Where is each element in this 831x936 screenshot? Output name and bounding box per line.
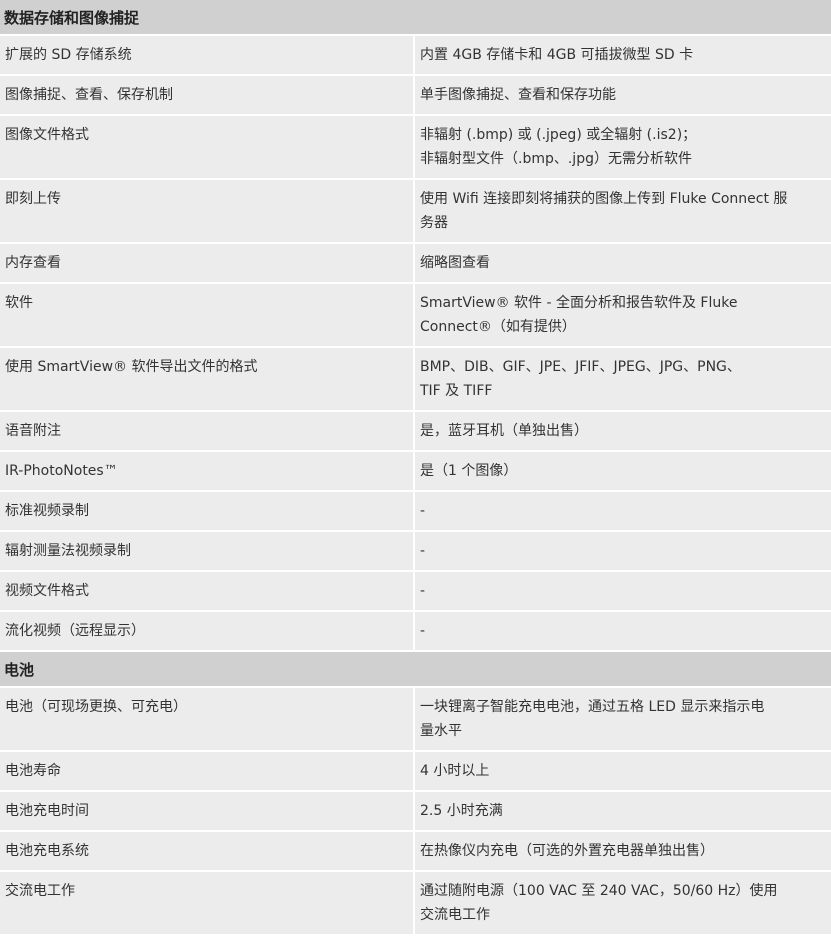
spec-label: 图像捕捉、查看、保存机制 bbox=[0, 75, 415, 116]
spec-label: 软件 bbox=[0, 283, 415, 348]
spec-value: 2.5 小时充满 bbox=[414, 791, 831, 832]
table-row: 辐射测量法视频录制 - bbox=[0, 531, 831, 572]
spec-value-line: 2.5 小时充满 bbox=[420, 803, 503, 819]
spec-label: 电池充电系统 bbox=[0, 831, 415, 872]
spec-label: 电池充电时间 bbox=[0, 791, 415, 832]
spec-value: 是（1 个图像） bbox=[414, 451, 831, 492]
spec-value-line: 在热像仪内充电（可选的外置充电器单独出售） bbox=[420, 843, 714, 859]
table-row: 电池寿命 4 小时以上 bbox=[0, 751, 831, 792]
section-title: 电池 bbox=[0, 651, 831, 688]
spec-label: IR-PhotoNotes™ bbox=[0, 451, 415, 492]
table-row: 流化视频（远程显示） - bbox=[0, 611, 831, 652]
table-row: 标准视频录制 - bbox=[0, 491, 831, 532]
table-row: 电池（可现场更换、可充电） 一块锂离子智能充电电池，通过五格 LED 显示来指示电… bbox=[0, 687, 831, 752]
spec-value-line: BMP、DIB、GIF、JPE、JFIF、JPEG、JPG、PNG、 bbox=[420, 359, 741, 375]
spec-label: 图像文件格式 bbox=[0, 115, 415, 180]
table-row: 语音附注 是，蓝牙耳机（单独出售） bbox=[0, 411, 831, 452]
spec-label: 视频文件格式 bbox=[0, 571, 415, 612]
spec-label: 即刻上传 bbox=[0, 179, 415, 244]
spec-label: 电池（可现场更换、可充电） bbox=[0, 687, 415, 752]
spec-value: 通过随附电源（100 VAC 至 240 VAC，50/60 Hz）使用 交流电工… bbox=[414, 871, 831, 936]
spec-value-line: - bbox=[420, 623, 426, 639]
spec-label: 语音附注 bbox=[0, 411, 415, 452]
spec-table-body: 数据存储和图像捕捉 扩展的 SD 存储系统 内置 4GB 存储卡和 4GB 可插拔微… bbox=[0, 0, 831, 936]
spec-value-line: 非辐射型文件（.bmp、.jpg）无需分析软件 bbox=[420, 151, 692, 167]
spec-label: 交流电工作 bbox=[0, 871, 415, 936]
spec-value: 使用 Wifi 连接即刻将捕获的图像上传到 Fluke Connect 服务器 bbox=[414, 179, 831, 244]
spec-label: 内存查看 bbox=[0, 243, 415, 284]
spec-value-line: 内置 4GB 存储卡和 4GB 可插拔微型 SD 卡 bbox=[420, 47, 694, 63]
spec-value-line: 是，蓝牙耳机（单独出售） bbox=[420, 423, 588, 439]
spec-value-line: 通过随附电源（100 VAC 至 240 VAC，50/60 Hz）使用 bbox=[420, 883, 778, 899]
spec-value: 缩略图查看 bbox=[414, 243, 831, 284]
spec-label: 标准视频录制 bbox=[0, 491, 415, 532]
spec-value-line: 是（1 个图像） bbox=[420, 463, 518, 479]
spec-value: 内置 4GB 存储卡和 4GB 可插拔微型 SD 卡 bbox=[414, 35, 831, 76]
spec-value: 在热像仪内充电（可选的外置充电器单独出售） bbox=[414, 831, 831, 872]
table-row: 电池充电时间 2.5 小时充满 bbox=[0, 791, 831, 832]
spec-value-line: - bbox=[420, 583, 426, 599]
spec-value: 非辐射 (.bmp) 或 (.jpeg) 或全辐射 (.is2)； 非辐射型文件（… bbox=[414, 115, 831, 180]
table-row: 内存查看 缩略图查看 bbox=[0, 243, 831, 284]
table-row: 电池充电系统 在热像仪内充电（可选的外置充电器单独出售） bbox=[0, 831, 831, 872]
spec-value: 4 小时以上 bbox=[414, 751, 831, 792]
spec-label: 使用 SmartView® 软件导出文件的格式 bbox=[0, 347, 415, 412]
table-row: 图像捕捉、查看、保存机制 单手图像捕捉、查看和保存功能 bbox=[0, 75, 831, 116]
spec-value-line: 一块锂离子智能充电电池，通过五格 LED 显示来指示电 bbox=[420, 699, 765, 715]
table-row: 视频文件格式 - bbox=[0, 571, 831, 612]
section-header: 数据存储和图像捕捉 bbox=[0, 0, 831, 36]
table-row: 使用 SmartView® 软件导出文件的格式 BMP、DIB、GIF、JPE、J… bbox=[0, 347, 831, 412]
spec-value: - bbox=[414, 611, 831, 652]
spec-value-line: 量水平 bbox=[420, 723, 462, 739]
table-row: 扩展的 SD 存储系统 内置 4GB 存储卡和 4GB 可插拔微型 SD 卡 bbox=[0, 35, 831, 76]
spec-value-line: TIF 及 TIFF bbox=[420, 383, 493, 399]
table-row: 即刻上传 使用 Wifi 连接即刻将捕获的图像上传到 Fluke Connect … bbox=[0, 179, 831, 244]
spec-label: 辐射测量法视频录制 bbox=[0, 531, 415, 572]
spec-value-line: 单手图像捕捉、查看和保存功能 bbox=[420, 87, 616, 103]
spec-value-line: SmartView® 软件 - 全面分析和报告软件及 Fluke bbox=[420, 295, 738, 311]
table-row: 图像文件格式 非辐射 (.bmp) 或 (.jpeg) 或全辐射 (.is2)；非… bbox=[0, 115, 831, 180]
spec-value: 是，蓝牙耳机（单独出售） bbox=[414, 411, 831, 452]
spec-value: - bbox=[414, 491, 831, 532]
spec-table: 数据存储和图像捕捉 扩展的 SD 存储系统 内置 4GB 存储卡和 4GB 可插拔微… bbox=[0, 0, 831, 936]
table-row: IR-PhotoNotes™ 是（1 个图像） bbox=[0, 451, 831, 492]
spec-value-line: Connect®（如有提供） bbox=[420, 319, 576, 335]
spec-label: 流化视频（远程显示） bbox=[0, 611, 415, 652]
table-row: 软件 SmartView® 软件 - 全面分析和报告软件及 Fluke Connec… bbox=[0, 283, 831, 348]
section-title: 数据存储和图像捕捉 bbox=[0, 0, 831, 36]
spec-value: - bbox=[414, 571, 831, 612]
spec-value-line: - bbox=[420, 503, 426, 519]
spec-value-line: 缩略图查看 bbox=[420, 255, 490, 271]
section-header: 电池 bbox=[0, 651, 831, 688]
spec-value-line: - bbox=[420, 543, 426, 559]
spec-value-line: 非辐射 (.bmp) 或 (.jpeg) 或全辐射 (.is2)； bbox=[420, 127, 697, 143]
spec-value: 一块锂离子智能充电电池，通过五格 LED 显示来指示电 量水平 bbox=[414, 687, 831, 752]
spec-value-line: 4 小时以上 bbox=[420, 763, 490, 779]
table-row: 交流电工作 通过随附电源（100 VAC 至 240 VAC，50/60 Hz）使… bbox=[0, 871, 831, 936]
spec-label: 扩展的 SD 存储系统 bbox=[0, 35, 415, 76]
spec-value: - bbox=[414, 531, 831, 572]
spec-label: 电池寿命 bbox=[0, 751, 415, 792]
spec-value: 单手图像捕捉、查看和保存功能 bbox=[414, 75, 831, 116]
spec-value: SmartView® 软件 - 全面分析和报告软件及 Fluke Connect®… bbox=[414, 283, 831, 348]
spec-value: BMP、DIB、GIF、JPE、JFIF、JPEG、JPG、PNG、 TIF 及 … bbox=[414, 347, 831, 412]
spec-value-line: 使用 Wifi 连接即刻将捕获的图像上传到 Fluke Connect 服 bbox=[420, 191, 788, 207]
spec-value-line: 交流电工作 bbox=[420, 907, 490, 923]
spec-value-line: 务器 bbox=[420, 215, 448, 231]
